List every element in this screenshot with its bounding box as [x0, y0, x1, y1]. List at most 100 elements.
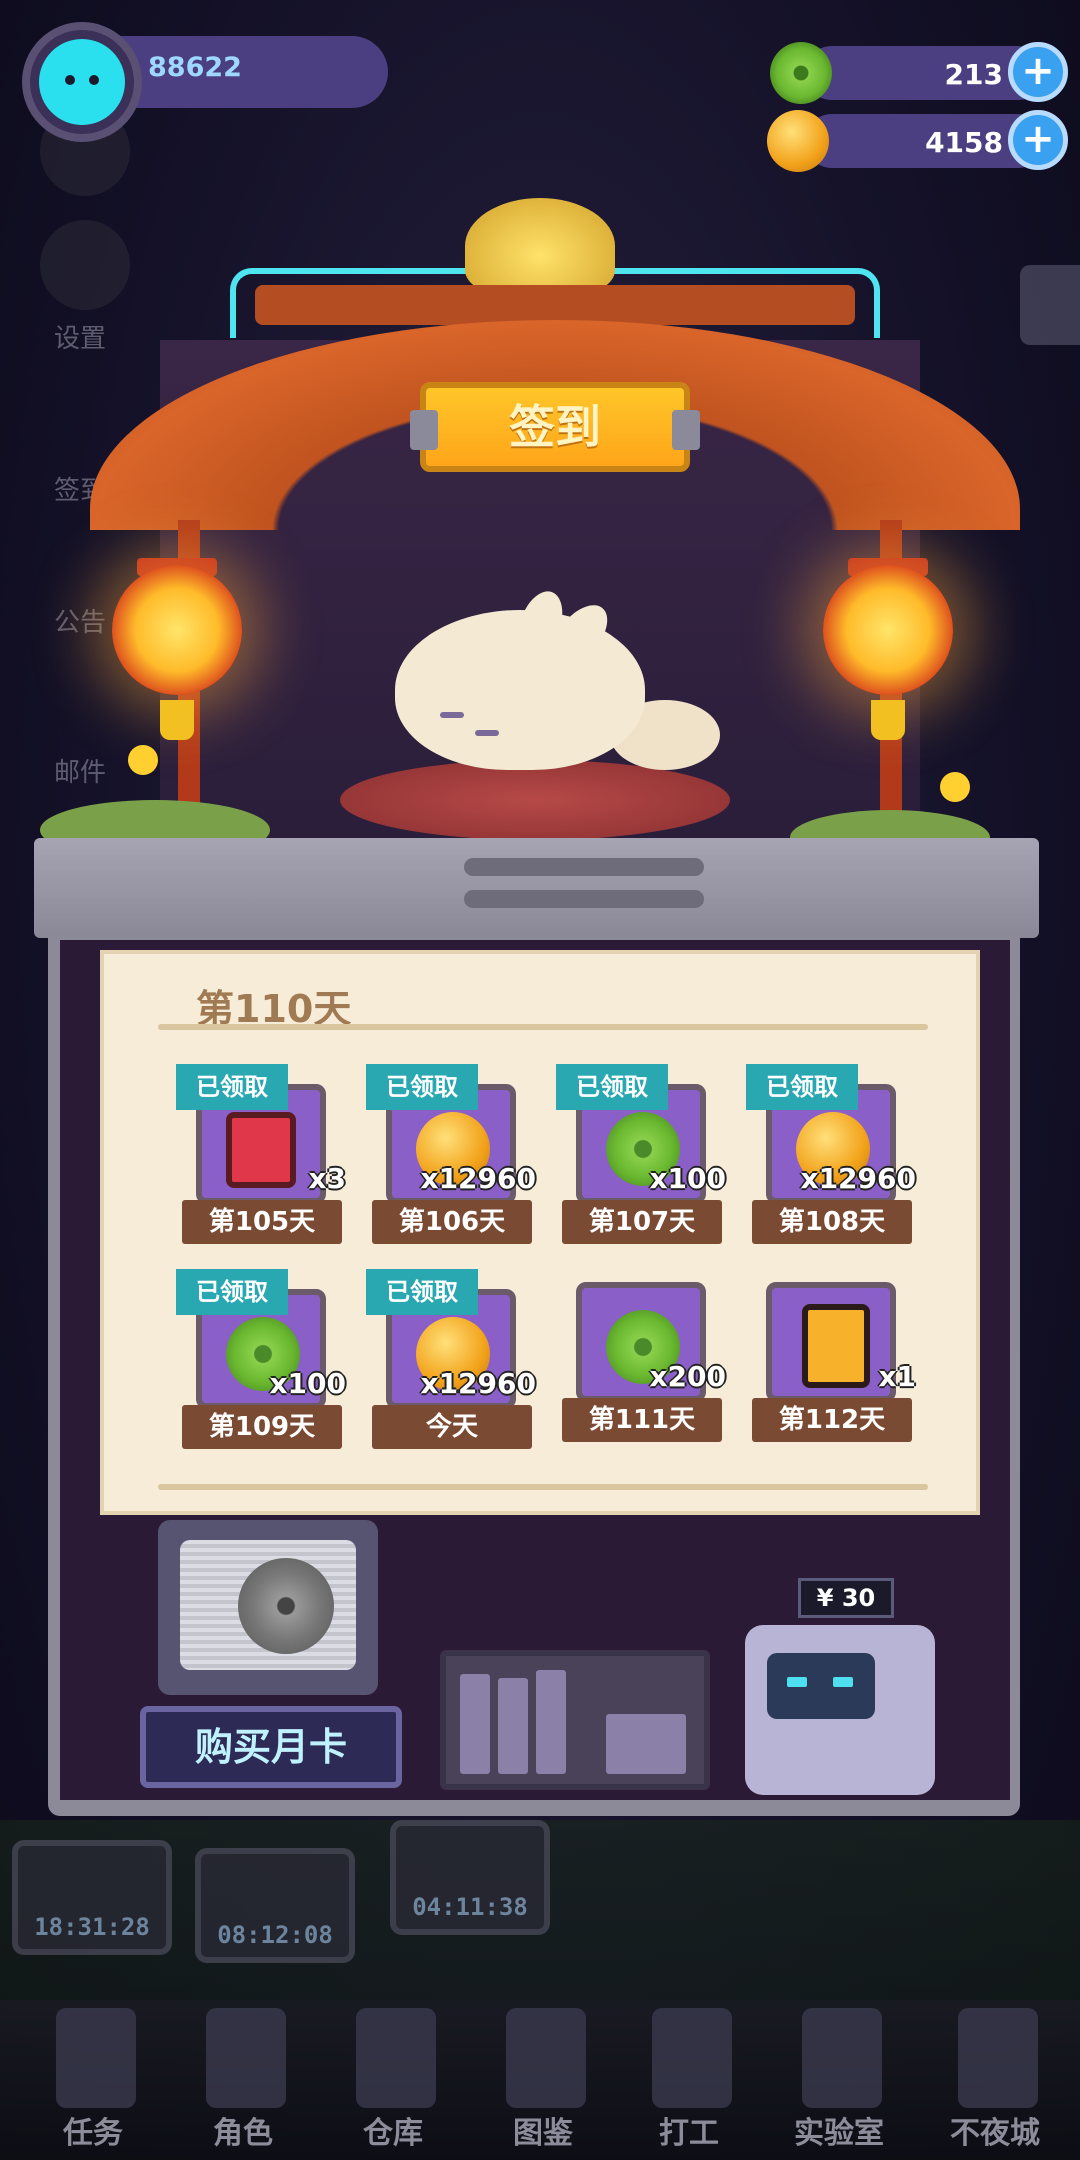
flower-icon: [128, 745, 158, 775]
timer-text: 08:12:08: [217, 1921, 333, 1949]
flower-icon: [940, 772, 970, 802]
robot-vendor[interactable]: [745, 1625, 935, 1795]
red-card-icon: [226, 1112, 296, 1188]
reward-card-day111[interactable]: x200 第111天: [562, 1272, 726, 1442]
roof-beam: [255, 285, 855, 325]
lab-icon: [802, 2008, 882, 2108]
reward-qty: x12960: [420, 1367, 536, 1400]
reward-card-day109[interactable]: x100 第109天 已领取: [176, 1269, 346, 1449]
avatar[interactable]: [22, 22, 142, 142]
timer-slot[interactable]: 04:11:38: [390, 1820, 550, 1935]
claimed-tag: 已领取: [176, 1064, 288, 1110]
book: [606, 1714, 686, 1774]
monthly-card-tv[interactable]: [158, 1520, 378, 1695]
nav-label: 不夜城: [950, 2116, 1040, 2151]
nav-label: 任务: [63, 2116, 123, 2151]
checkin-sign: 签到: [410, 382, 700, 472]
shelf-groove: [464, 890, 704, 908]
gold-value: 4158: [925, 126, 1003, 159]
robot-eye: [787, 1677, 807, 1687]
lantern-tassel-left: [160, 700, 194, 740]
book: [498, 1678, 528, 1774]
reward-day: 第107天: [562, 1200, 722, 1244]
buy-monthly-card-button[interactable]: 购买月卡: [140, 1706, 402, 1788]
reward-qty: x3: [308, 1162, 346, 1195]
claimed-tag: 已领取: [366, 1064, 478, 1110]
book: [536, 1670, 566, 1774]
reward-card-day105[interactable]: x3 第105天 已领取: [176, 1064, 346, 1244]
reward-day: 第112天: [752, 1398, 912, 1442]
timer-text: 18:31:28: [34, 1913, 150, 1941]
reward-card-day108[interactable]: x12960 第108天 已领取: [746, 1064, 916, 1244]
nav-work[interactable]: 打工: [614, 2008, 764, 2158]
jade-value: 213: [944, 58, 1003, 91]
book-icon: [506, 2008, 586, 2108]
timer-slot[interactable]: 18:31:28: [12, 1840, 172, 1955]
chest-icon: [356, 2008, 436, 2108]
add-gold-button[interactable]: +: [1008, 110, 1068, 170]
gold-ornament: [465, 198, 615, 294]
bookshelf: [440, 1650, 710, 1790]
clipboard-icon: [56, 2008, 136, 2108]
paper-divider: [158, 1484, 928, 1490]
lantern-right: [823, 565, 953, 695]
nav-collection[interactable]: 图鉴: [468, 2008, 618, 2158]
work-icon: [652, 2008, 732, 2108]
timer-slot[interactable]: 08:12:08: [195, 1848, 355, 1963]
nav-lab[interactable]: 实验室: [764, 2008, 914, 2158]
paper-divider: [158, 1024, 928, 1030]
reward-card-today[interactable]: x12960 今天 已领取: [366, 1269, 536, 1449]
reward-qty: x200: [649, 1360, 726, 1393]
sign-title: 签到: [509, 400, 601, 454]
tv-screen: [180, 1540, 356, 1670]
gear-icon[interactable]: [40, 220, 130, 310]
bunny-eye: [475, 730, 499, 736]
nav-label: 角色: [213, 2116, 273, 2151]
gold-coin-icon: [767, 110, 829, 172]
add-jade-button[interactable]: +: [1008, 42, 1068, 102]
reward-card-day112[interactable]: x1 第112天: [752, 1272, 916, 1442]
reward-day: 第111天: [562, 1398, 722, 1442]
side-item-mail[interactable]: 邮件: [54, 752, 106, 789]
robot-eye: [833, 1677, 853, 1687]
share-icon[interactable]: [1020, 265, 1080, 345]
reward-qty: x100: [649, 1162, 726, 1195]
timer-text: 04:11:38: [412, 1893, 528, 1921]
nav-tasks[interactable]: 任务: [18, 2008, 168, 2158]
reward-day: 第109天: [182, 1405, 342, 1449]
reward-day: 第108天: [752, 1200, 912, 1244]
nav-label: 实验室: [794, 2116, 884, 2151]
reward-qty: x12960: [800, 1162, 916, 1195]
checkin-board: 第110天 x3 第105天 已领取 x12960 第106天 已领取 x100…: [100, 950, 980, 1515]
cushion: [340, 760, 730, 840]
claimed-tag: 已领取: [176, 1269, 288, 1315]
reward-day: 第106天: [372, 1200, 532, 1244]
robot-face: [767, 1653, 875, 1719]
disc-icon: [238, 1558, 334, 1654]
nav-character[interactable]: 角色: [168, 2008, 318, 2158]
book: [460, 1674, 490, 1774]
nav-label: 打工: [659, 2116, 719, 2151]
reward-qty: x1: [878, 1360, 916, 1393]
side-item-notice[interactable]: 公告: [54, 602, 106, 639]
reward-card-day106[interactable]: x12960 第106天 已领取: [366, 1064, 536, 1244]
nav-warehouse[interactable]: 仓库: [318, 2008, 468, 2158]
stone-shelf: [34, 838, 1039, 938]
reward-qty: x100: [269, 1367, 346, 1400]
claimed-tag: 已领取: [556, 1064, 668, 1110]
shelf-groove: [464, 858, 704, 876]
bunny-eye: [440, 712, 464, 718]
city-icon: [958, 2008, 1038, 2108]
nav-label: 仓库: [363, 2116, 423, 2151]
character-icon: [206, 2008, 286, 2108]
reward-day: 第105天: [182, 1200, 342, 1244]
nav-city[interactable]: 不夜城: [920, 2008, 1070, 2158]
reward-card-day107[interactable]: x100 第107天 已领取: [556, 1064, 726, 1244]
player-score: 88622: [148, 52, 242, 83]
monthly-card-price: ¥ 30: [798, 1578, 894, 1618]
lantern-left: [112, 565, 242, 695]
battery-icon: [802, 1304, 870, 1388]
nav-label: 图鉴: [513, 2116, 573, 2151]
side-item-settings[interactable]: 设置: [54, 318, 106, 355]
lantern-tassel-right: [871, 700, 905, 740]
